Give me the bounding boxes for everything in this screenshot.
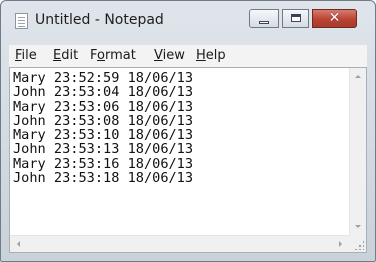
scroll-up-icon[interactable] xyxy=(355,75,361,78)
maximize-button[interactable] xyxy=(282,9,309,28)
notepad-window: Untitled - Notepad ✕ File Edit Format Vi… xyxy=(0,0,376,262)
text-line: Mary 23:53:06 18/06/13 xyxy=(13,98,194,115)
horizontal-scrollbar[interactable] xyxy=(10,235,349,252)
close-icon: ✕ xyxy=(328,10,341,26)
menu-edit-accesskey: E xyxy=(53,48,62,63)
minimize-icon xyxy=(259,21,269,24)
menu-view-accesskey: V xyxy=(154,48,163,63)
text-line: John 23:53:18 18/06/13 xyxy=(13,170,194,187)
menu-edit[interactable]: Edit xyxy=(53,48,78,63)
scroll-left-icon[interactable] xyxy=(17,241,20,247)
text-area[interactable]: Mary 23:52:59 18/06/13 John 23:53:04 18/… xyxy=(10,68,349,235)
menu-file[interactable]: File xyxy=(15,48,37,63)
window-title: Untitled - Notepad xyxy=(35,12,164,28)
menu-format[interactable]: Format xyxy=(90,48,136,63)
menu-bar: File Edit Format View Help xyxy=(9,45,367,67)
menu-format-accesskey: o xyxy=(97,48,105,63)
scroll-down-icon[interactable] xyxy=(355,225,361,228)
menu-format-label-start: F xyxy=(90,48,98,63)
menu-format-label: rmat xyxy=(104,48,136,63)
menu-edit-label: dit xyxy=(61,48,79,63)
maximize-icon xyxy=(291,14,301,22)
menu-view[interactable]: View xyxy=(154,48,185,63)
text-editor[interactable]: Mary 23:52:59 18/06/13 John 23:53:04 18/… xyxy=(9,67,367,253)
close-button[interactable]: ✕ xyxy=(312,9,357,28)
menu-help-label: elp xyxy=(205,48,226,63)
vertical-scrollbar[interactable] xyxy=(349,68,366,235)
text-line: Mary 23:52:59 18/06/13 xyxy=(13,70,194,86)
resize-grip-icon[interactable] xyxy=(354,240,364,250)
text-line: Mary 23:53:10 18/06/13 xyxy=(13,127,194,144)
menu-help-accesskey: H xyxy=(196,48,206,63)
text-line: John 23:53:08 18/06/13 xyxy=(13,112,194,129)
menu-help[interactable]: Help xyxy=(196,48,226,63)
text-line: John 23:53:04 18/06/13 xyxy=(13,84,194,101)
notepad-icon[interactable] xyxy=(15,13,28,29)
title-bar[interactable]: Untitled - Notepad ✕ xyxy=(1,1,375,41)
text-line: John 23:53:13 18/06/13 xyxy=(13,141,194,158)
minimize-button[interactable] xyxy=(249,9,279,28)
menu-view-label: iew xyxy=(162,48,185,63)
text-line: Mary 23:53:16 18/06/13 xyxy=(13,155,194,172)
scroll-right-icon[interactable] xyxy=(339,241,342,247)
resize-corner[interactable] xyxy=(349,235,366,252)
menu-file-label: ile xyxy=(21,48,37,63)
